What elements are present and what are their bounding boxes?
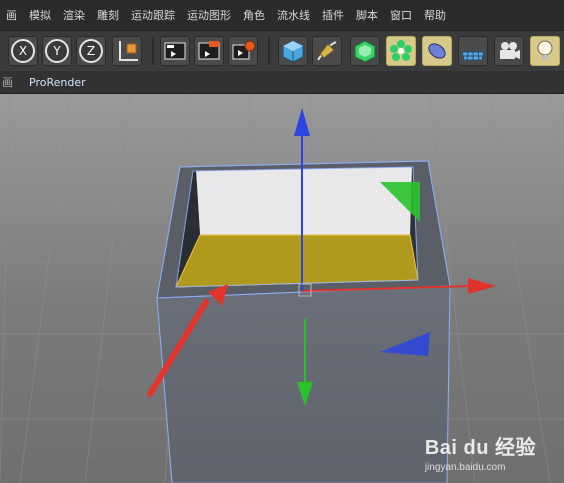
coordinate-system-button[interactable] xyxy=(112,36,142,66)
pen-spline-button[interactable] xyxy=(312,36,342,66)
z-axis-lock-label: Z xyxy=(87,44,95,58)
3d-viewport[interactable]: Bai du 经验 jingyan.baidu.com xyxy=(0,94,564,483)
cloner-icon xyxy=(390,40,412,61)
viewport-scene xyxy=(0,94,564,483)
menu-item-plugins[interactable]: 插件 xyxy=(316,7,350,23)
subdivision-surface-icon xyxy=(354,40,376,63)
y-axis-lock-button[interactable]: Y xyxy=(42,36,72,66)
y-axis-lock-label: Y xyxy=(52,44,61,58)
selected-bottom-polygon xyxy=(175,234,419,288)
x-axis-lock-button[interactable]: X xyxy=(8,36,38,66)
baidu-jingyan-watermark: Bai du 经验 jingyan.baidu.com xyxy=(425,431,536,473)
menu-item-render[interactable]: 渲染 xyxy=(57,7,91,23)
x-axis-lock-icon: X xyxy=(11,39,35,63)
render-view-icon xyxy=(164,42,186,60)
coordinate-system-icon xyxy=(119,41,138,61)
render-settings-icon xyxy=(232,40,256,60)
camera-button[interactable] xyxy=(494,36,524,66)
x-axis-lock-label: X xyxy=(19,44,27,58)
box-inner-back-wall xyxy=(196,167,412,235)
cube-primitive-icon xyxy=(282,40,304,63)
viewport-subbar: 画 ProRender xyxy=(0,71,564,94)
watermark-site: jingyan.baidu.com xyxy=(424,462,506,473)
render-to-picture-viewer-button[interactable] xyxy=(194,36,224,66)
light-button[interactable] xyxy=(530,36,560,66)
menu-item-simulate[interactable]: 模拟 xyxy=(23,7,57,23)
cube-primitive-button[interactable] xyxy=(278,36,308,66)
menu-bar: 画 模拟 渲染 雕刻 运动跟踪 运动图形 角色 流水线 插件 脚本 窗口 帮助 xyxy=(0,0,564,30)
menu-item-help[interactable]: 帮助 xyxy=(418,7,452,23)
prorender-tab[interactable]: ProRender xyxy=(29,76,86,89)
deformer-button[interactable] xyxy=(422,36,452,66)
floor-environment-icon xyxy=(461,51,485,61)
camera-icon xyxy=(500,42,520,59)
toolbar-separator xyxy=(268,37,270,65)
menu-item-motion-tracking[interactable]: 运动跟踪 xyxy=(125,7,181,23)
subbar-left-fragment: 画 xyxy=(2,76,13,89)
menu-item-script[interactable]: 脚本 xyxy=(350,7,384,23)
toolbar-separator xyxy=(152,37,154,65)
menu-item-mograph[interactable]: 运动图形 xyxy=(181,7,237,23)
menu-item-draw[interactable]: 画 xyxy=(0,7,23,23)
watermark-brand: Bai du 经验 xyxy=(424,437,536,459)
y-axis-lock-icon: Y xyxy=(45,39,69,63)
cloner-button[interactable] xyxy=(386,36,416,66)
render-to-picture-viewer-icon xyxy=(198,41,220,60)
subdivision-surface-button[interactable] xyxy=(350,36,380,66)
floor-environment-button[interactable] xyxy=(458,36,488,66)
main-toolbar: X Y Z xyxy=(0,30,564,72)
deformer-icon xyxy=(428,43,446,59)
light-icon xyxy=(537,40,553,60)
z-axis-lock-icon: Z xyxy=(79,39,103,63)
menu-item-sculpt[interactable]: 雕刻 xyxy=(91,7,125,23)
pen-spline-icon xyxy=(317,41,337,61)
render-view-button[interactable] xyxy=(160,36,190,66)
menu-item-pipeline[interactable]: 流水线 xyxy=(271,7,316,23)
z-axis-lock-button[interactable]: Z xyxy=(76,36,106,66)
render-settings-button[interactable] xyxy=(228,36,258,66)
menu-item-character[interactable]: 角色 xyxy=(237,7,271,23)
menu-item-window[interactable]: 窗口 xyxy=(384,7,418,23)
